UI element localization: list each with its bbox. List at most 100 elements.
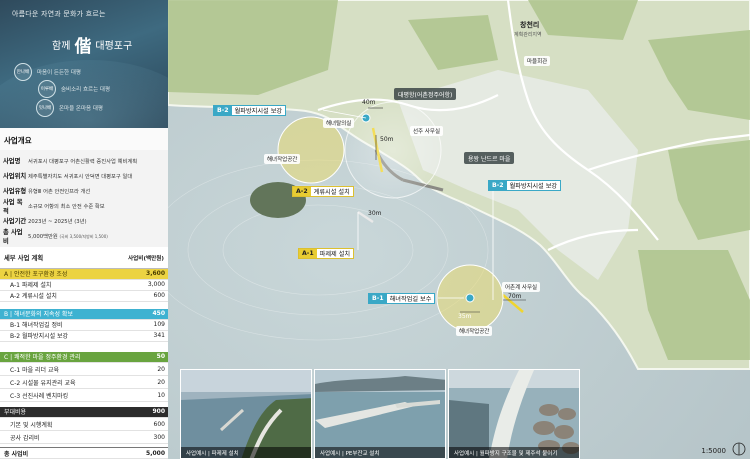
seonju-office-label: 선주 사무실 bbox=[410, 126, 444, 136]
plan-category-c: C | 쾌적한 마을 정주환경 관리 50 bbox=[0, 352, 168, 363]
hero-subtitle: 아름다운 자연과 문화가 흐르는 bbox=[12, 10, 106, 18]
tag-text: 계류시설 설치 bbox=[313, 189, 350, 196]
plan-amount: 20 bbox=[157, 379, 165, 387]
plan-row: 기본 및 시행계획 600 bbox=[0, 420, 168, 431]
plan-amount: 300 bbox=[153, 434, 165, 442]
plan-name: B | 해녀문화의 지속성 확보 bbox=[4, 311, 73, 319]
overview-key: 사업기간 bbox=[3, 218, 27, 225]
hero-banner: 아름다운 자연과 문화가 흐르는 함께 偕 대평포구 만나배 마음이 든든한 대… bbox=[0, 0, 168, 128]
plan-amount: 50 bbox=[156, 353, 165, 361]
tag-text: 해녀작업길 보수 bbox=[389, 296, 432, 303]
plan-total-row: 총 사업비 5,000 bbox=[0, 447, 168, 459]
hero-title-suffix: 대평포구 bbox=[95, 41, 133, 52]
motto-2: 이루배 숨비소리 흐르는 대평 bbox=[38, 80, 110, 98]
plan-amount: 600 bbox=[153, 421, 165, 429]
overview-row: 사업 목적 소규모 어항의 최소 안전 수준 확보 bbox=[0, 198, 168, 215]
photo-pontoon: 사업예시 | PE부잔교 설치 bbox=[314, 369, 446, 459]
info-panel: 아름다운 자연과 문화가 흐르는 함께 偕 대평포구 만나배 마음이 든든한 대… bbox=[0, 0, 168, 459]
tag-code: A-2 bbox=[293, 187, 311, 196]
photo-caption: 사업예시 | 월파방지 구조물 및 제주석 붙이기 bbox=[449, 447, 579, 458]
plan-heading-row: 세부 사업 계획 사업비(백만원) bbox=[0, 247, 168, 269]
overview-budget-note: (국비 3,500/지방비 1,500) bbox=[59, 233, 108, 239]
dimension-30m: 30m bbox=[368, 210, 382, 217]
plan-row: B-1 해녀작업길 정비 109 bbox=[0, 320, 168, 331]
overview-value: 5,000백만원 (국비 3,500/지방비 1,500) bbox=[28, 232, 108, 240]
hero-title: 함께 偕 대평포구 bbox=[52, 32, 132, 57]
overview-key: 총 사업비 bbox=[3, 228, 23, 245]
motto-badge: 만나배 bbox=[14, 63, 32, 81]
plan-name: 공사 감리비 bbox=[10, 435, 40, 443]
dimension-70m: 70m bbox=[508, 293, 522, 300]
overview-value: 유형Ⅲ 어촌 안전인프라 개선 bbox=[28, 188, 91, 195]
tag-b2-east: B-2 월파방지시설 보강 bbox=[488, 180, 562, 191]
tag-text: 월파방지시설 보강 bbox=[509, 183, 558, 190]
plan-amount: 5,000 bbox=[146, 449, 165, 457]
plan-name: 총 사업비 bbox=[4, 450, 29, 458]
site-map: 창천리 계획관리지역 마을회관 대평항(어촌정주어항) 용왕 난드르 마을 해녀… bbox=[168, 0, 750, 459]
plan-name: C-2 시설물 유지관리 교육 bbox=[10, 380, 76, 388]
plan-name: A-2 계류시설 설치 bbox=[10, 293, 57, 301]
motto-text: 마음이 든든한 대평 bbox=[37, 70, 81, 76]
plan-amount: 3,600 bbox=[146, 270, 165, 278]
tag-text: 월파방지시설 보강 bbox=[234, 108, 283, 115]
overview-value: 소규모 어항의 최소 안전 수준 확보 bbox=[28, 203, 105, 210]
tag-b2-west: B-2 월파방지시설 보강 bbox=[213, 105, 287, 116]
overview-key: 사업유형 bbox=[3, 188, 27, 195]
overview-heading: 사업개요 bbox=[0, 128, 168, 150]
photo-pontoon-image bbox=[315, 370, 445, 458]
tag-code: B-2 bbox=[214, 106, 232, 115]
plan-name: B-1 해녀작업길 정비 bbox=[10, 322, 63, 330]
yongwang-label: 용왕 난드르 마을 bbox=[464, 152, 515, 164]
work-space-label-2: 해녀작업공간 bbox=[456, 326, 493, 336]
tag-code: A-1 bbox=[299, 249, 317, 258]
plan-name: B-2 월파방지시설 보강 bbox=[10, 333, 69, 341]
dimension-40m: 40m bbox=[362, 99, 376, 106]
plan-unit: 사업비(백만원) bbox=[128, 255, 164, 262]
overview-key: 사업명 bbox=[3, 158, 21, 165]
plan-amount: 341 bbox=[153, 332, 165, 340]
tag-text: 파제제 설치 bbox=[319, 251, 351, 258]
overview-row: 총 사업비 5,000백만원 (국비 3,500/지방비 1,500) bbox=[0, 228, 168, 245]
village-zone: 계획관리지역 bbox=[514, 32, 542, 38]
north-arrow-icon bbox=[732, 442, 746, 456]
dimension-35m: 35m bbox=[458, 313, 472, 320]
tag-b1: B-1 해녀작업길 보수 bbox=[368, 293, 436, 304]
plan-amount: 900 bbox=[152, 408, 165, 416]
hero-title-char: 偕 bbox=[74, 37, 92, 57]
village-name: 창천리 bbox=[520, 21, 540, 29]
tag-code: B-1 bbox=[369, 294, 387, 303]
plan-amount: 20 bbox=[157, 366, 165, 374]
port-label: 대평항(어촌정주어항) bbox=[394, 88, 457, 100]
photo-breakwater-image bbox=[181, 370, 311, 458]
overview-row: 사업명 서귀포시 대평포구 어촌신활력 증진사업 예비계획 bbox=[0, 153, 168, 168]
plan-amount: 10 bbox=[157, 392, 165, 400]
photo-seawall: 사업예시 | 월파방지 구조물 및 제주석 붙이기 bbox=[448, 369, 580, 459]
overview-row: 사업위치 제주특별자치도 서귀포시 안덕면 대평포구 일대 bbox=[0, 168, 168, 183]
plan-row: A-2 계류시설 설치 600 bbox=[0, 291, 168, 302]
overview-value: 2023년 ~ 2025년 (3년) bbox=[28, 218, 87, 225]
haenyeo-shed-label: 해녀탈의실 bbox=[323, 118, 355, 128]
motto-3: 잇나배 온마을 온마음 대평 bbox=[36, 99, 103, 117]
overview-value: 서귀포시 대평포구 어촌신활력 증진사업 예비계획 bbox=[28, 158, 138, 165]
motto-text: 숨비소리 흐르는 대평 bbox=[61, 87, 111, 93]
photo-caption: 사업예시 | PE부잔교 설치 bbox=[315, 447, 445, 458]
plan-heading: 세부 사업 계획 bbox=[4, 255, 44, 262]
overview-table: 사업명 서귀포시 대평포구 어촌신활력 증진사업 예비계획 사업위치 제주특별자… bbox=[0, 150, 168, 247]
plan-amount: 3,000 bbox=[147, 281, 165, 289]
work-space-label-1: 해녀작업공간 bbox=[264, 154, 301, 164]
plan-row: B-2 월파방지시설 보강 341 bbox=[0, 331, 168, 342]
plan-amount: 600 bbox=[153, 292, 165, 300]
motto-badge: 잇나배 bbox=[36, 99, 54, 117]
overview-key: 사업 목적 bbox=[3, 198, 23, 215]
photo-caption: 사업예시 | 파제제 설치 bbox=[181, 447, 311, 458]
plan-category-b: B | 해녀문화의 지속성 확보 450 bbox=[0, 309, 168, 320]
photo-seawall-image bbox=[449, 370, 579, 458]
marker-b1 bbox=[465, 293, 475, 303]
overview-budget: 5,000백만원 bbox=[28, 233, 58, 240]
plan-name: 부대비용 bbox=[4, 409, 27, 417]
plan-row: C-1 마을 리더 교육 20 bbox=[0, 365, 168, 376]
plan-name: C-3 선진사례 벤치마킹 bbox=[10, 393, 69, 401]
plan-category-extra: 부대비용 900 bbox=[0, 407, 168, 418]
photo-breakwater: 사업예시 | 파제제 설치 bbox=[180, 369, 312, 459]
motto-1: 만나배 마음이 든든한 대평 bbox=[14, 63, 81, 81]
